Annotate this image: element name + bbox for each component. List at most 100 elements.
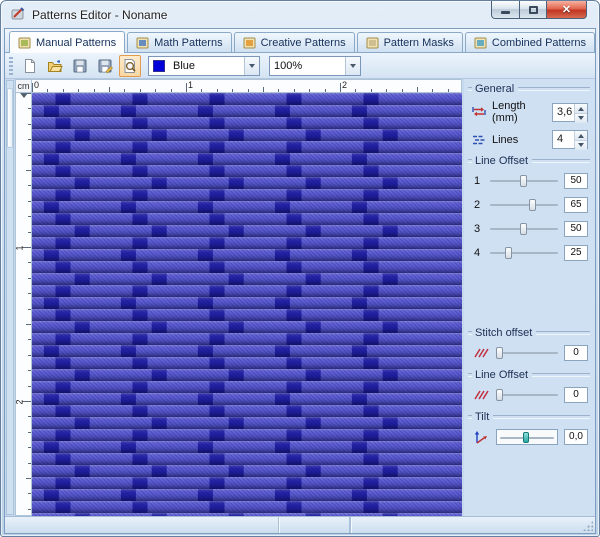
zoom-combobox-dropdown-button[interactable] — [345, 56, 360, 75]
stitch-row — [32, 141, 462, 153]
zoom-combobox-value: 100% — [274, 59, 303, 72]
content-area: cm 012 12 General Length (mm) 3,6 Lines … — [5, 79, 595, 516]
tilt-group: Tilt 0,0 — [468, 411, 590, 445]
line-offset-value-1[interactable]: 50 — [564, 173, 588, 189]
chevron-down-icon — [578, 115, 584, 123]
hatch-icon — [474, 390, 489, 400]
app-icon — [10, 5, 26, 24]
stitch-row — [32, 201, 462, 213]
tab-label: Combined Patterns — [491, 36, 587, 49]
line-offset-rows: 1 50 2 65 3 50 4 25 — [468, 173, 590, 261]
tilt-value[interactable]: 0,0 — [564, 429, 588, 445]
save-as-button[interactable] — [94, 55, 116, 77]
stitch-row — [32, 297, 462, 309]
tab-creative-patterns[interactable]: Creative Patterns — [233, 32, 355, 52]
window-controls: ✕ — [491, 1, 587, 19]
stitch-offset-value[interactable]: 0 — [564, 345, 588, 361]
line-offset-slider-1[interactable] — [490, 174, 558, 188]
new-file-button[interactable] — [19, 55, 41, 77]
length-spinbox[interactable]: 3,6 — [552, 102, 588, 123]
stitch-row — [32, 453, 462, 465]
color-combobox[interactable]: Blue — [148, 55, 260, 76]
open-file-button[interactable] — [44, 55, 66, 77]
stitch-row — [32, 261, 462, 273]
vertical-scrollbar-thumb[interactable] — [7, 88, 13, 148]
color-combobox-value: Blue — [173, 59, 196, 72]
line-offset-single-row: 0 — [474, 387, 588, 403]
line-offset-value-4[interactable]: 25 — [564, 245, 588, 261]
line-offset-single-group-title: Line Offset — [475, 369, 528, 381]
length-arrows-icon — [472, 107, 486, 117]
stitch-row — [32, 381, 462, 393]
line-offset-slider-thumb[interactable] — [520, 223, 527, 235]
stitch-row — [32, 105, 462, 117]
stitch-offset-row: 0 — [474, 345, 588, 361]
line-offset-slider-3[interactable] — [490, 222, 558, 236]
stitch-offset-slider-thumb[interactable] — [496, 347, 503, 359]
tab-label: Creative Patterns — [260, 36, 346, 49]
open-file-icon — [48, 59, 63, 72]
ruler-label: 1 — [15, 245, 25, 251]
print-preview-icon — [124, 58, 136, 73]
length-spin-up-button[interactable] — [575, 103, 587, 114]
ruler-label: 2 — [15, 399, 25, 405]
toolbar-grip[interactable] — [9, 56, 13, 75]
vertical-ruler: 12 — [15, 93, 32, 516]
horizontal-ruler: 0 1 2 — [32, 79, 462, 93]
minimize-button[interactable] — [491, 1, 520, 19]
length-value[interactable]: 3,6 — [553, 104, 574, 121]
line-offset-slider-4[interactable] — [490, 246, 558, 260]
tab-pattern-masks[interactable]: Pattern Masks — [356, 32, 463, 52]
tab-pattern-icon — [474, 37, 487, 48]
vertical-scrollbar[interactable] — [6, 80, 14, 515]
stitch-row — [32, 465, 462, 477]
stitch-offset-slider[interactable] — [496, 346, 558, 360]
save-button[interactable] — [69, 55, 91, 77]
line-offset-slider-thumb[interactable] — [528, 199, 536, 211]
stitch-row — [32, 129, 462, 141]
tab-pattern-icon — [366, 37, 379, 48]
general-group: General Length (mm) 3,6 Lines 4 — [468, 83, 590, 150]
status-pane-2 — [279, 517, 350, 533]
stitch-row — [32, 477, 462, 489]
color-combobox-dropdown-button[interactable] — [244, 56, 259, 75]
stitch-row — [32, 225, 462, 237]
line-offset-single-value[interactable]: 0 — [564, 387, 588, 403]
tilt-row: 0,0 — [474, 429, 588, 445]
line-offset-slider-thumb[interactable] — [505, 247, 512, 259]
line-offset-slider-2[interactable] — [490, 198, 558, 212]
line-offset-row-label: 2 — [474, 199, 481, 211]
line-offset-value-2[interactable]: 65 — [564, 197, 588, 213]
tab-combined-patterns[interactable]: Combined Patterns — [464, 32, 596, 52]
chevron-up-icon — [578, 104, 584, 111]
stitch-offset-group: Stitch offset 0 — [468, 327, 590, 361]
general-group-title: General — [475, 83, 515, 95]
ruler-marker — [20, 93, 28, 102]
tilt-slider-thumb[interactable] — [523, 432, 529, 443]
close-button[interactable]: ✕ — [547, 1, 587, 19]
resize-grip[interactable] — [583, 521, 593, 531]
title-bar[interactable]: Patterns Editor - Noname ✕ — [4, 1, 596, 28]
tab-pattern-icon — [18, 37, 31, 48]
zoom-combobox[interactable]: 100% — [269, 55, 361, 76]
pattern-canvas[interactable] — [32, 93, 462, 516]
lines-spin-down-button[interactable] — [575, 141, 587, 150]
line-offset-slider-thumb[interactable] — [520, 175, 527, 187]
tab-manual-patterns[interactable]: Manual Patterns — [9, 31, 126, 53]
stitch-row — [32, 117, 462, 129]
line-offset-row-label: 3 — [474, 223, 481, 235]
tilt-slider[interactable] — [496, 429, 558, 445]
print-preview-button[interactable] — [119, 54, 141, 77]
maximize-button[interactable] — [520, 1, 547, 19]
lines-spin-up-button[interactable] — [575, 131, 587, 141]
lines-value[interactable]: 4 — [553, 131, 574, 148]
line-offset-single-group: Line Offset 0 — [468, 369, 590, 403]
lines-icon — [473, 135, 485, 144]
line-offset-value-3[interactable]: 50 — [564, 221, 588, 237]
length-spin-down-button[interactable] — [575, 113, 587, 123]
line-offset-single-slider-thumb[interactable] — [496, 389, 503, 401]
line-offset-single-slider[interactable] — [496, 388, 558, 402]
tab-math-patterns[interactable]: Math Patterns — [127, 32, 232, 52]
lines-spinbox[interactable]: 4 — [552, 130, 588, 150]
stitch-row — [32, 249, 462, 261]
